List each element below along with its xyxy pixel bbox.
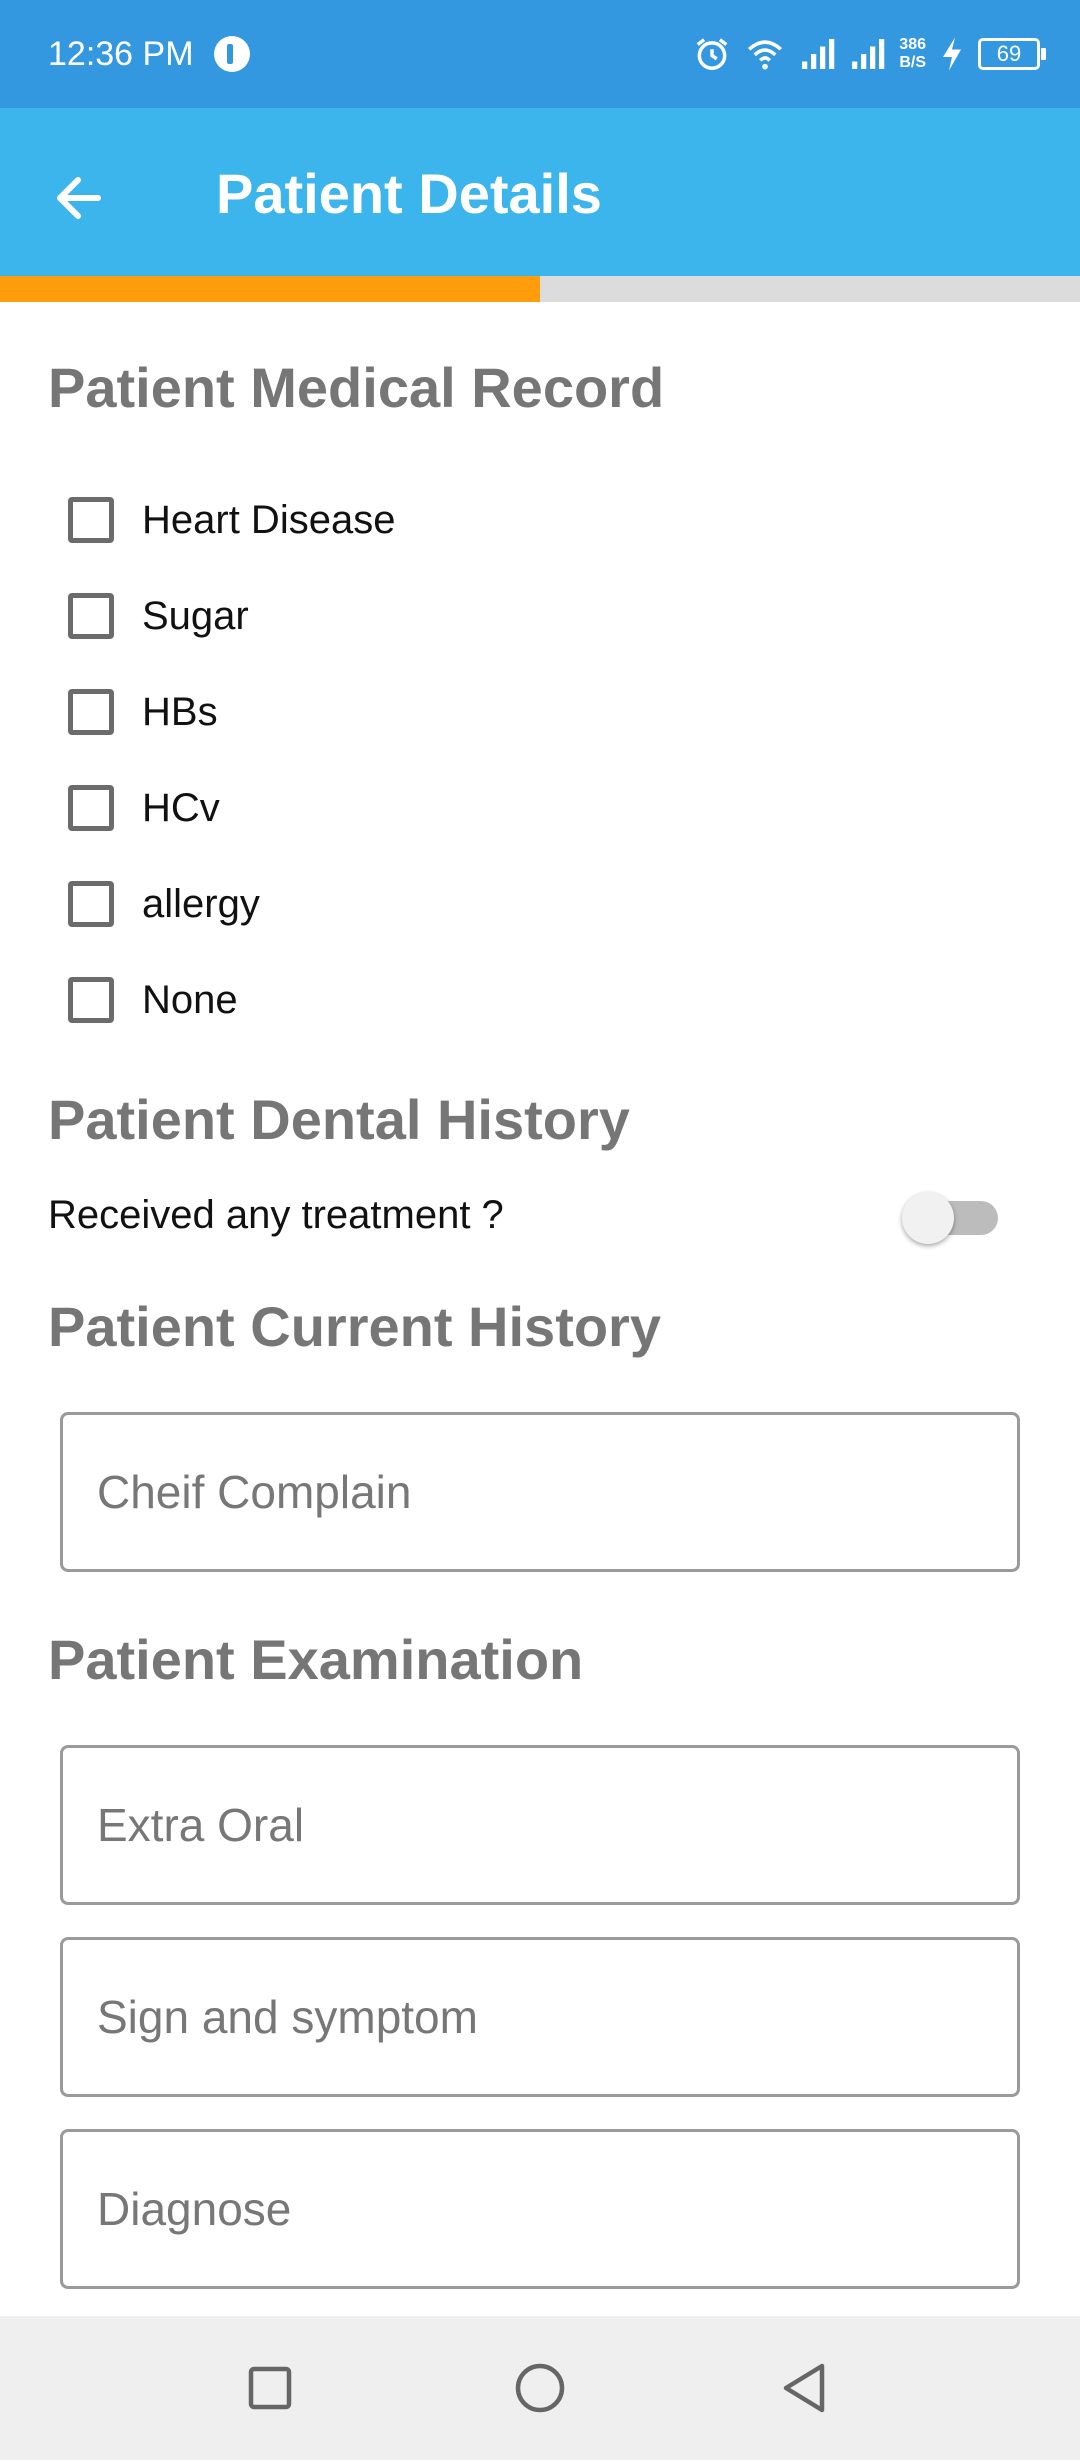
status-icons: 386 B/S 69 — [693, 30, 1046, 78]
sign-symptom-input[interactable] — [63, 1940, 1017, 2094]
condition-label: HCv — [142, 785, 220, 830]
battery-icon: 69 — [978, 38, 1046, 70]
chief-complain-field[interactable] — [60, 1412, 1020, 1572]
condition-sugar[interactable]: Sugar — [68, 586, 249, 646]
condition-none[interactable]: None — [68, 970, 238, 1030]
treatment-label: Received any treatment ? — [48, 1193, 504, 1237]
page-title: Patient Details — [216, 162, 602, 225]
condition-allergy[interactable]: allergy — [68, 874, 260, 934]
recents-square-icon[interactable] — [230, 2348, 310, 2428]
signal-icon — [852, 39, 885, 69]
back-triangle-icon[interactable] — [766, 2348, 846, 2428]
condition-label: HBs — [142, 689, 218, 734]
system-nav-bar — [0, 2316, 1080, 2460]
charging-icon — [943, 37, 961, 71]
status-bar: 12:36 PM 386 B/S 69 — [0, 0, 1080, 108]
checkbox[interactable] — [68, 881, 114, 927]
app-bar: Patient Details — [0, 108, 1080, 276]
status-time: 12:36 PM — [48, 35, 194, 73]
notification-app-icon — [214, 36, 250, 72]
checkbox[interactable] — [68, 977, 114, 1023]
dental-history-heading: Patient Dental History — [48, 1088, 630, 1151]
checkbox[interactable] — [68, 785, 114, 831]
form-progress-bar — [0, 276, 1080, 302]
extra-oral-field[interactable] — [60, 1745, 1020, 1905]
back-arrow-icon[interactable] — [44, 158, 124, 238]
condition-hcv[interactable]: HCv — [68, 778, 220, 838]
sign-symptom-field[interactable] — [60, 1937, 1020, 2097]
examination-heading: Patient Examination — [48, 1628, 584, 1691]
net-speed: 386 B/S — [899, 36, 926, 71]
current-history-heading: Patient Current History — [48, 1295, 661, 1358]
diagnose-input[interactable] — [63, 2132, 1017, 2286]
checkbox[interactable] — [68, 497, 114, 543]
extra-oral-input[interactable] — [63, 1748, 1017, 1902]
toggle-knob — [902, 1192, 954, 1244]
checkbox[interactable] — [68, 689, 114, 735]
condition-hbs[interactable]: HBs — [68, 682, 218, 742]
condition-label: Heart Disease — [142, 497, 396, 542]
chief-complain-input[interactable] — [63, 1415, 1017, 1569]
wifi-icon — [748, 40, 783, 70]
medical-record-heading: Patient Medical Record — [48, 356, 665, 419]
condition-label: allergy — [142, 881, 260, 926]
treatment-toggle[interactable] — [902, 1188, 1006, 1248]
home-circle-icon[interactable] — [500, 2348, 580, 2428]
signal-icon — [802, 39, 835, 69]
battery-level: 69 — [996, 41, 1022, 66]
alarm-icon — [697, 38, 728, 70]
checkbox[interactable] — [68, 593, 114, 639]
progress-fill — [0, 276, 540, 302]
condition-heart-disease[interactable]: Heart Disease — [68, 490, 395, 550]
condition-label: Sugar — [142, 593, 249, 638]
diagnose-field[interactable] — [60, 2129, 1020, 2289]
condition-label: None — [142, 977, 238, 1022]
